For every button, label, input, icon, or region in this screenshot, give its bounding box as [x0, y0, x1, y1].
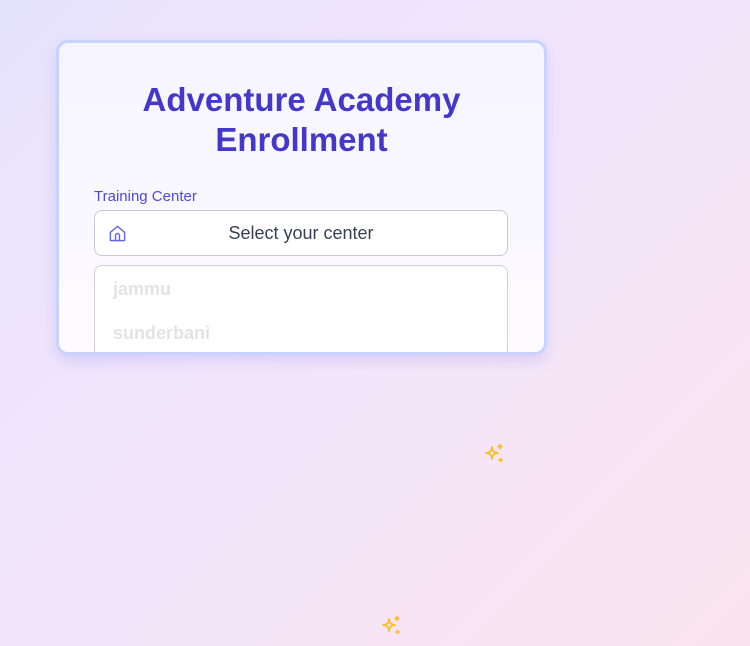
- training-center-label: Training Center: [94, 188, 197, 205]
- sparkle-icon: [485, 443, 503, 463]
- training-center-dropdown: jammu sunderbani: [94, 265, 508, 352]
- training-center-select[interactable]: Select your center: [94, 210, 508, 256]
- sparkle-icon: [382, 615, 400, 635]
- dropdown-option-jammu[interactable]: jammu: [113, 279, 171, 300]
- enrollment-card: Adventure Academy Enrollment Training Ce…: [56, 40, 547, 355]
- title-line-2: Enrollment: [215, 121, 388, 158]
- training-center-select-value: Select your center: [228, 223, 374, 243]
- page-title: Adventure Academy Enrollment: [59, 80, 544, 160]
- title-line-1: Adventure Academy: [142, 81, 461, 118]
- dropdown-option-sunderbani[interactable]: sunderbani: [113, 323, 210, 344]
